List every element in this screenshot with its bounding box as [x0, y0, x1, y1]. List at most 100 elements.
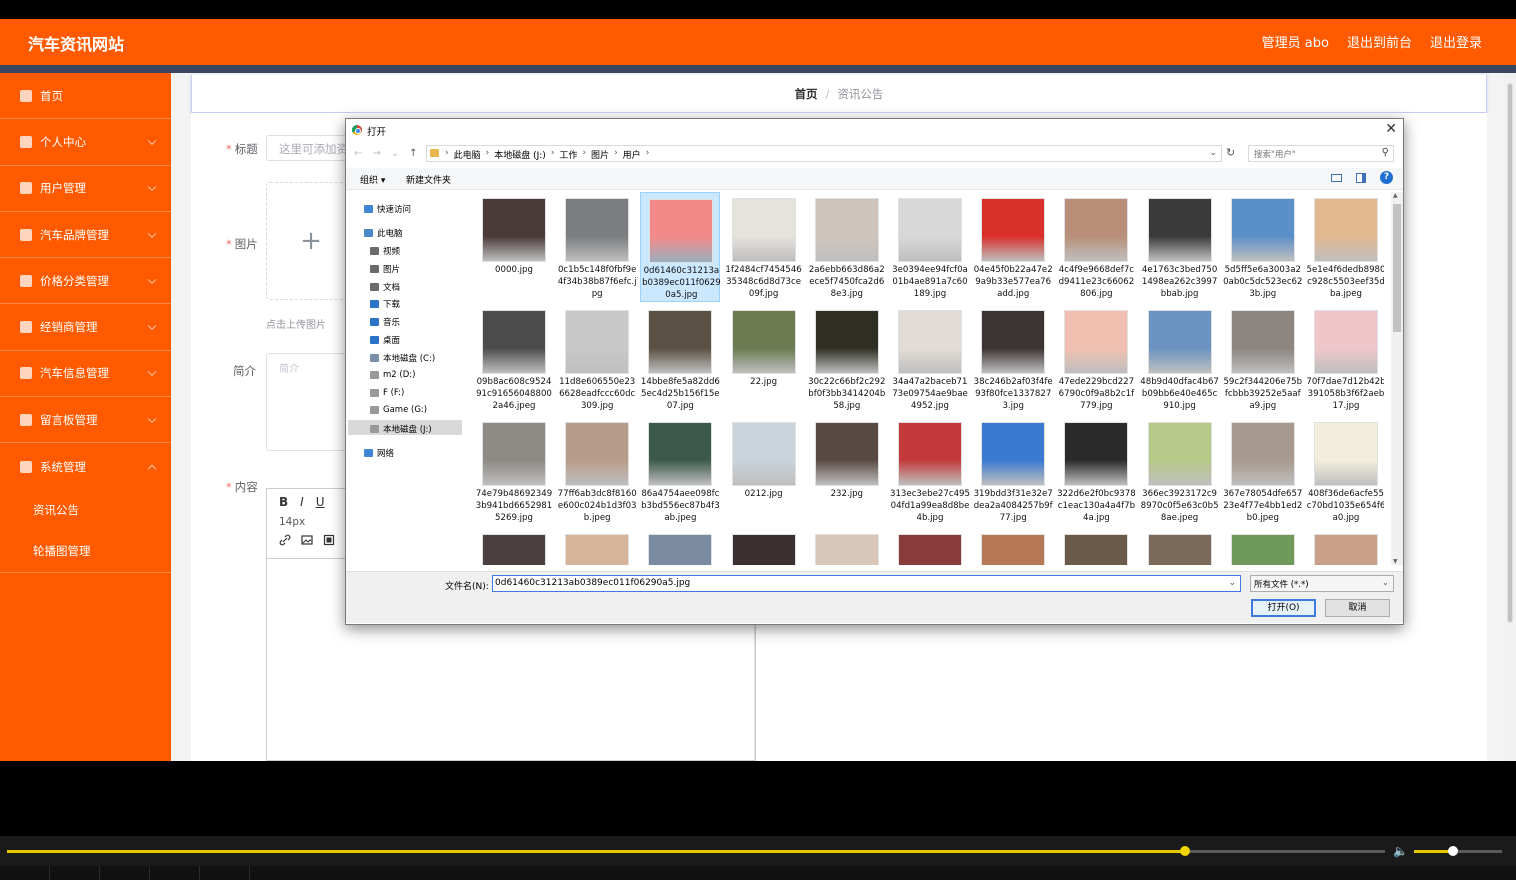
tree-item[interactable]: 文档 [370, 281, 400, 293]
tree-item[interactable]: 音乐 [370, 316, 400, 328]
tree-item[interactable]: Game (G:) [370, 405, 427, 415]
tree-item[interactable]: m2 (D:) [370, 370, 415, 380]
file-item[interactable] [1223, 528, 1303, 565]
file-item[interactable] [474, 528, 554, 565]
underline-button[interactable]: U [316, 495, 325, 509]
file-item[interactable]: 0c1b5c148f0fbf9e4f34b38b87f6efc.jpg [557, 192, 637, 302]
brief-textarea[interactable]: 简介 [266, 353, 356, 451]
open-button[interactable]: 打开(O) [1251, 599, 1316, 617]
file-item[interactable]: 319bdd3f31e32e7dea2a4084257b9f77.jpg [973, 416, 1053, 526]
file-item[interactable] [890, 528, 970, 565]
file-item[interactable]: 1f2484cf745454635348c6d8d73ce09f.jpg [724, 192, 804, 302]
sidebar-subitem[interactable]: 轮播图管理 [0, 531, 171, 572]
sidebar-item[interactable]: 系统管理 [0, 443, 171, 489]
tree-item[interactable]: 图片 [370, 263, 400, 275]
image-upload[interactable]: + [266, 182, 356, 300]
admin-user-link[interactable]: 管理员 abo [1262, 32, 1329, 51]
history-dropdown-icon[interactable]: ⌄ [391, 148, 399, 159]
sidebar-item[interactable]: 留言板管理 [0, 397, 171, 444]
path-segment[interactable]: 此电脑 [454, 148, 481, 161]
file-item[interactable]: 4e1763c3bed7501498ea262c3997bbab.jpg [1140, 192, 1220, 302]
file-type-select[interactable]: 所有文件 (*.*) ⌄ [1250, 575, 1394, 592]
file-item[interactable] [1056, 528, 1136, 565]
progress-bar[interactable] [7, 846, 1385, 856]
breadcrumb-home[interactable]: 首页 [795, 86, 818, 102]
forward-icon[interactable]: → [372, 148, 380, 159]
back-icon[interactable]: ← [354, 148, 362, 159]
file-item[interactable]: 313ec3ebe27c49504fd1a99ea8d8be4b.jpg [890, 416, 970, 526]
change-view-icon[interactable] [1331, 173, 1342, 182]
file-item[interactable]: 70f7dae7d12b42b391058b3f6f2aeb17.jpg [1306, 304, 1384, 414]
file-item[interactable]: 14bbe8fe5a82dd65ec4d25b156f15e07.jpg [640, 304, 720, 414]
site-brand[interactable]: 汽车资讯网站 [28, 31, 124, 55]
tree-item[interactable]: 此电脑 [364, 227, 403, 239]
path-segment[interactable]: 用户 [623, 148, 641, 161]
sidebar-item[interactable]: 价格分类管理 [0, 258, 171, 305]
scroll-down-icon[interactable]: ▼ [1393, 558, 1398, 565]
file-grid-scrollbar[interactable]: ▲ ▼ [1391, 192, 1403, 565]
file-item[interactable]: 0000.jpg [474, 192, 554, 302]
file-item[interactable]: 38c246b2af03f4fe93f80fce13378273.jpg [973, 304, 1053, 414]
dialog-titlebar[interactable]: 打开 ✕ [346, 119, 1403, 141]
sidebar-item[interactable]: 首页 [0, 73, 171, 120]
logout-link[interactable]: 退出登录 [1430, 32, 1482, 51]
tree-item[interactable]: 网络 [364, 447, 394, 459]
file-item[interactable]: 408f36de6acfe55c70bd1035e654f6a0.jpg [1306, 416, 1384, 526]
sidebar-item[interactable]: 汽车品牌管理 [0, 212, 171, 259]
back-to-frontend-link[interactable]: 退出到前台 [1347, 32, 1412, 51]
file-item[interactable] [1306, 528, 1384, 565]
file-item[interactable]: 322d6e2f0bc9378c1eac130a4a4f7b4a.jpg [1056, 416, 1136, 526]
file-item[interactable]: 2a6ebb663d86a2ece5f7450fca2d68e3.jpg [807, 192, 887, 302]
file-item[interactable]: 34a47a2baceb7173e09754ae9bae4952.jpg [890, 304, 970, 414]
file-item[interactable] [640, 528, 720, 565]
tree-item[interactable]: 下载 [370, 298, 400, 310]
file-item[interactable]: 77ff6ab3dc8f8160e600c024b1d3f03b.jpeg [557, 416, 637, 526]
image-icon[interactable] [301, 534, 313, 546]
tree-item[interactable]: 桌面 [370, 334, 400, 346]
file-item[interactable]: 3e0394ee94fcf0a01b4ae891a7c60189.jpg [890, 192, 970, 302]
address-bar[interactable]: › 此电脑 › 本地磁盘 (J:) › 工作 › 图片 › 用户 › ⌄ [426, 145, 1222, 162]
link-icon[interactable] [279, 534, 291, 546]
file-item[interactable] [807, 528, 887, 565]
file-grid-scrollbar-thumb[interactable] [1393, 204, 1401, 332]
file-item[interactable]: 367e78054dfe65723e4f77e4bb1ed2b0.jpeg [1223, 416, 1303, 526]
file-item[interactable] [1140, 528, 1220, 565]
sidebar-item[interactable]: 经销商管理 [0, 304, 171, 351]
new-folder-button[interactable]: 新建文件夹 [406, 173, 451, 186]
close-icon[interactable]: ✕ [1385, 121, 1397, 137]
tree-item[interactable]: F (F:) [370, 388, 404, 398]
volume-slider[interactable] [1414, 846, 1502, 856]
tree-item[interactable]: 快速访问 [364, 203, 411, 215]
file-item[interactable]: 48b9d40dfac4b67b09bb6e40e465c910.jpg [1140, 304, 1220, 414]
page-scrollbar[interactable] [1504, 73, 1516, 761]
bold-button[interactable]: B [279, 495, 288, 509]
refresh-icon[interactable]: ↻ [1226, 146, 1235, 159]
up-arrow-icon[interactable]: ↑ [409, 148, 417, 159]
path-segment[interactable]: 工作 [559, 148, 577, 161]
filename-dropdown-icon[interactable]: ⌄ [1228, 578, 1236, 588]
sidebar-subitem[interactable]: 资讯公告 [0, 490, 171, 531]
help-icon[interactable]: ? [1380, 171, 1393, 184]
file-item[interactable]: 09b8ac608c952491c916560488002a46.jpeg [474, 304, 554, 414]
scroll-up-icon[interactable]: ▲ [1393, 192, 1398, 199]
file-item[interactable]: 86a4754aee098fcb3bd556ec87b4f3ab.jpeg [640, 416, 720, 526]
sidebar-item[interactable]: 汽车信息管理 [0, 351, 171, 398]
path-segment[interactable]: 本地磁盘 (J:) [494, 148, 546, 161]
file-item[interactable] [724, 528, 804, 565]
file-item[interactable]: 59c2f344206e75bfcbbb39252e5aafa9.jpg [1223, 304, 1303, 414]
font-size-select[interactable]: 14px [279, 516, 305, 528]
file-item[interactable] [557, 528, 637, 565]
file-item[interactable]: 30c22c66bf2c292bf0f3bb3414204b58.jpg [807, 304, 887, 414]
tree-item[interactable]: 本地磁盘 (J:) [370, 423, 432, 435]
path-segment[interactable]: 图片 [591, 148, 609, 161]
volume-handle[interactable] [1447, 846, 1458, 856]
page-scrollbar-thumb[interactable] [1507, 83, 1513, 623]
file-item[interactable]: 0212.jpg [724, 416, 804, 526]
file-item[interactable]: 0d61460c31213ab0389ec011f06290a5.jpg [640, 192, 721, 302]
file-item[interactable]: 74e79b486923493b941bd66529815269.jpg [474, 416, 554, 526]
file-item[interactable]: 4c4f9e9668def7cd9411e23c66062806.jpg [1056, 192, 1136, 302]
progress-handle[interactable] [1180, 846, 1191, 856]
file-item[interactable]: 47ede229bcd2276790c0f9a8b2c1f779.jpg [1056, 304, 1136, 414]
organize-menu[interactable]: 组织 ▾ [360, 173, 385, 186]
file-item[interactable]: 232.jpg [807, 416, 887, 526]
